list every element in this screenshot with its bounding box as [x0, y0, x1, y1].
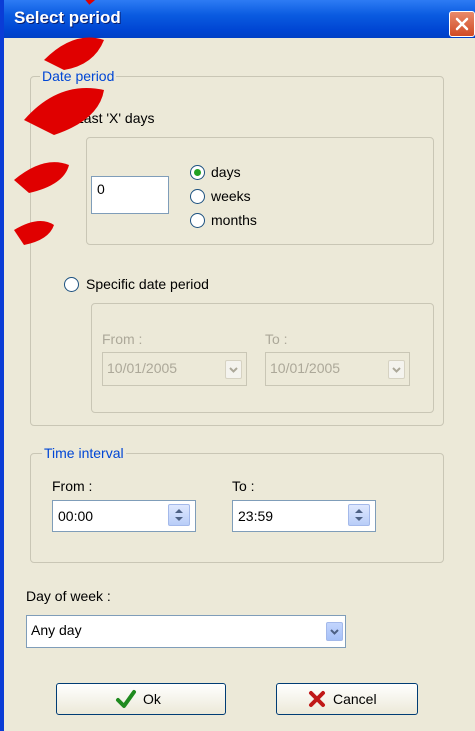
time-to-value: 23:59	[238, 508, 274, 524]
watermark-graphic	[14, 0, 109, 245]
cancel-button-label: Cancel	[333, 691, 377, 707]
specific-to-label: To :	[265, 331, 288, 347]
chevron-down-icon	[388, 360, 405, 379]
time-interval-legend: Time interval	[42, 445, 126, 461]
chevron-down-icon	[225, 360, 242, 379]
time-from-spinner[interactable]	[168, 504, 190, 526]
spin-arrows-icon	[175, 509, 183, 521]
time-to-spinner[interactable]	[348, 504, 370, 526]
unit-weeks-radio[interactable]	[190, 189, 205, 204]
day-of-week-label: Day of week :	[26, 588, 111, 604]
day-of-week-value: Any day	[31, 622, 82, 638]
cross-icon	[309, 691, 325, 707]
time-from-input[interactable]: 00:00	[52, 500, 196, 532]
time-to-input[interactable]: 23:59	[232, 500, 376, 532]
close-button[interactable]	[449, 11, 475, 37]
specific-from-label: From :	[102, 331, 143, 347]
specific-from-date-picker: 10/01/2005	[102, 352, 247, 386]
time-to-label: To :	[232, 478, 255, 494]
cancel-button[interactable]: Cancel	[276, 683, 418, 715]
radio-selected-dot	[194, 169, 201, 176]
select-period-dialog: Select period Date period Last 'X' days …	[0, 0, 475, 731]
specific-from-value: 10/01/2005	[107, 360, 178, 376]
day-of-week-select[interactable]: Any day	[26, 615, 346, 648]
chevron-down-icon[interactable]	[326, 622, 343, 641]
checkmark-icon	[116, 690, 136, 708]
ok-button[interactable]: Ok	[56, 683, 226, 715]
unit-weeks-label[interactable]: weeks	[211, 187, 251, 205]
ok-button-label: Ok	[143, 691, 161, 707]
close-icon	[455, 17, 469, 31]
time-from-value: 00:00	[58, 508, 94, 524]
spin-arrows-icon	[355, 509, 363, 521]
specific-to-date-picker: 10/01/2005	[265, 352, 410, 386]
unit-days-radio[interactable]	[190, 165, 205, 180]
unit-months-label[interactable]: months	[211, 211, 257, 229]
specific-to-value: 10/01/2005	[270, 360, 341, 376]
unit-months-radio[interactable]	[190, 213, 205, 228]
time-from-label: From :	[52, 478, 93, 494]
unit-days-label[interactable]: days	[211, 163, 241, 181]
